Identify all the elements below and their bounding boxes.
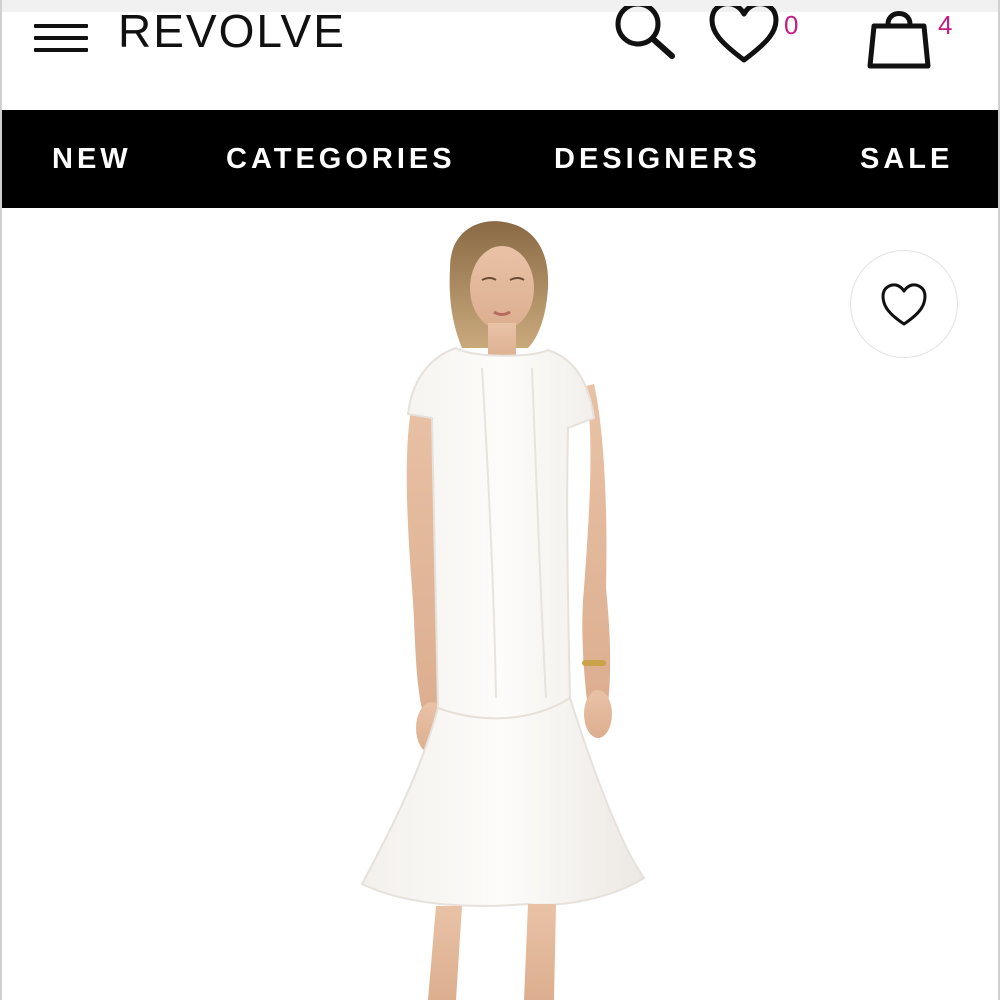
heart-icon	[709, 1, 779, 63]
nav-item-sale[interactable]: SALE	[860, 110, 953, 208]
bag-count: 4	[938, 10, 953, 40]
shopping-bag-icon	[867, 11, 931, 69]
nav-item-designers[interactable]: DESIGNERS	[554, 110, 761, 208]
nav-item-categories[interactable]: CATEGORIES	[226, 110, 456, 208]
search-icon	[615, 1, 675, 59]
page-frame: REVOLVE 0 4 NEW CATEGORIES DESIGNERS SAL…	[0, 0, 1000, 1000]
heart-icon	[881, 283, 927, 326]
site-header: REVOLVE 0 4	[2, 1, 998, 110]
product-photo[interactable]	[332, 208, 672, 1000]
main-navigation: NEW CATEGORIES DESIGNERS SALE	[2, 110, 998, 208]
product-image-area	[2, 208, 998, 1000]
wishlist-button[interactable]: 0	[708, 1, 818, 66]
add-to-favorites-button[interactable]	[850, 250, 958, 358]
search-button[interactable]	[610, 1, 680, 66]
site-logo[interactable]: REVOLVE	[118, 8, 346, 54]
nav-item-new[interactable]: NEW	[52, 110, 132, 208]
wishlist-count: 0	[784, 10, 799, 40]
hamburger-menu-icon[interactable]	[34, 18, 90, 58]
shopping-bag-button[interactable]: 4	[866, 6, 966, 70]
